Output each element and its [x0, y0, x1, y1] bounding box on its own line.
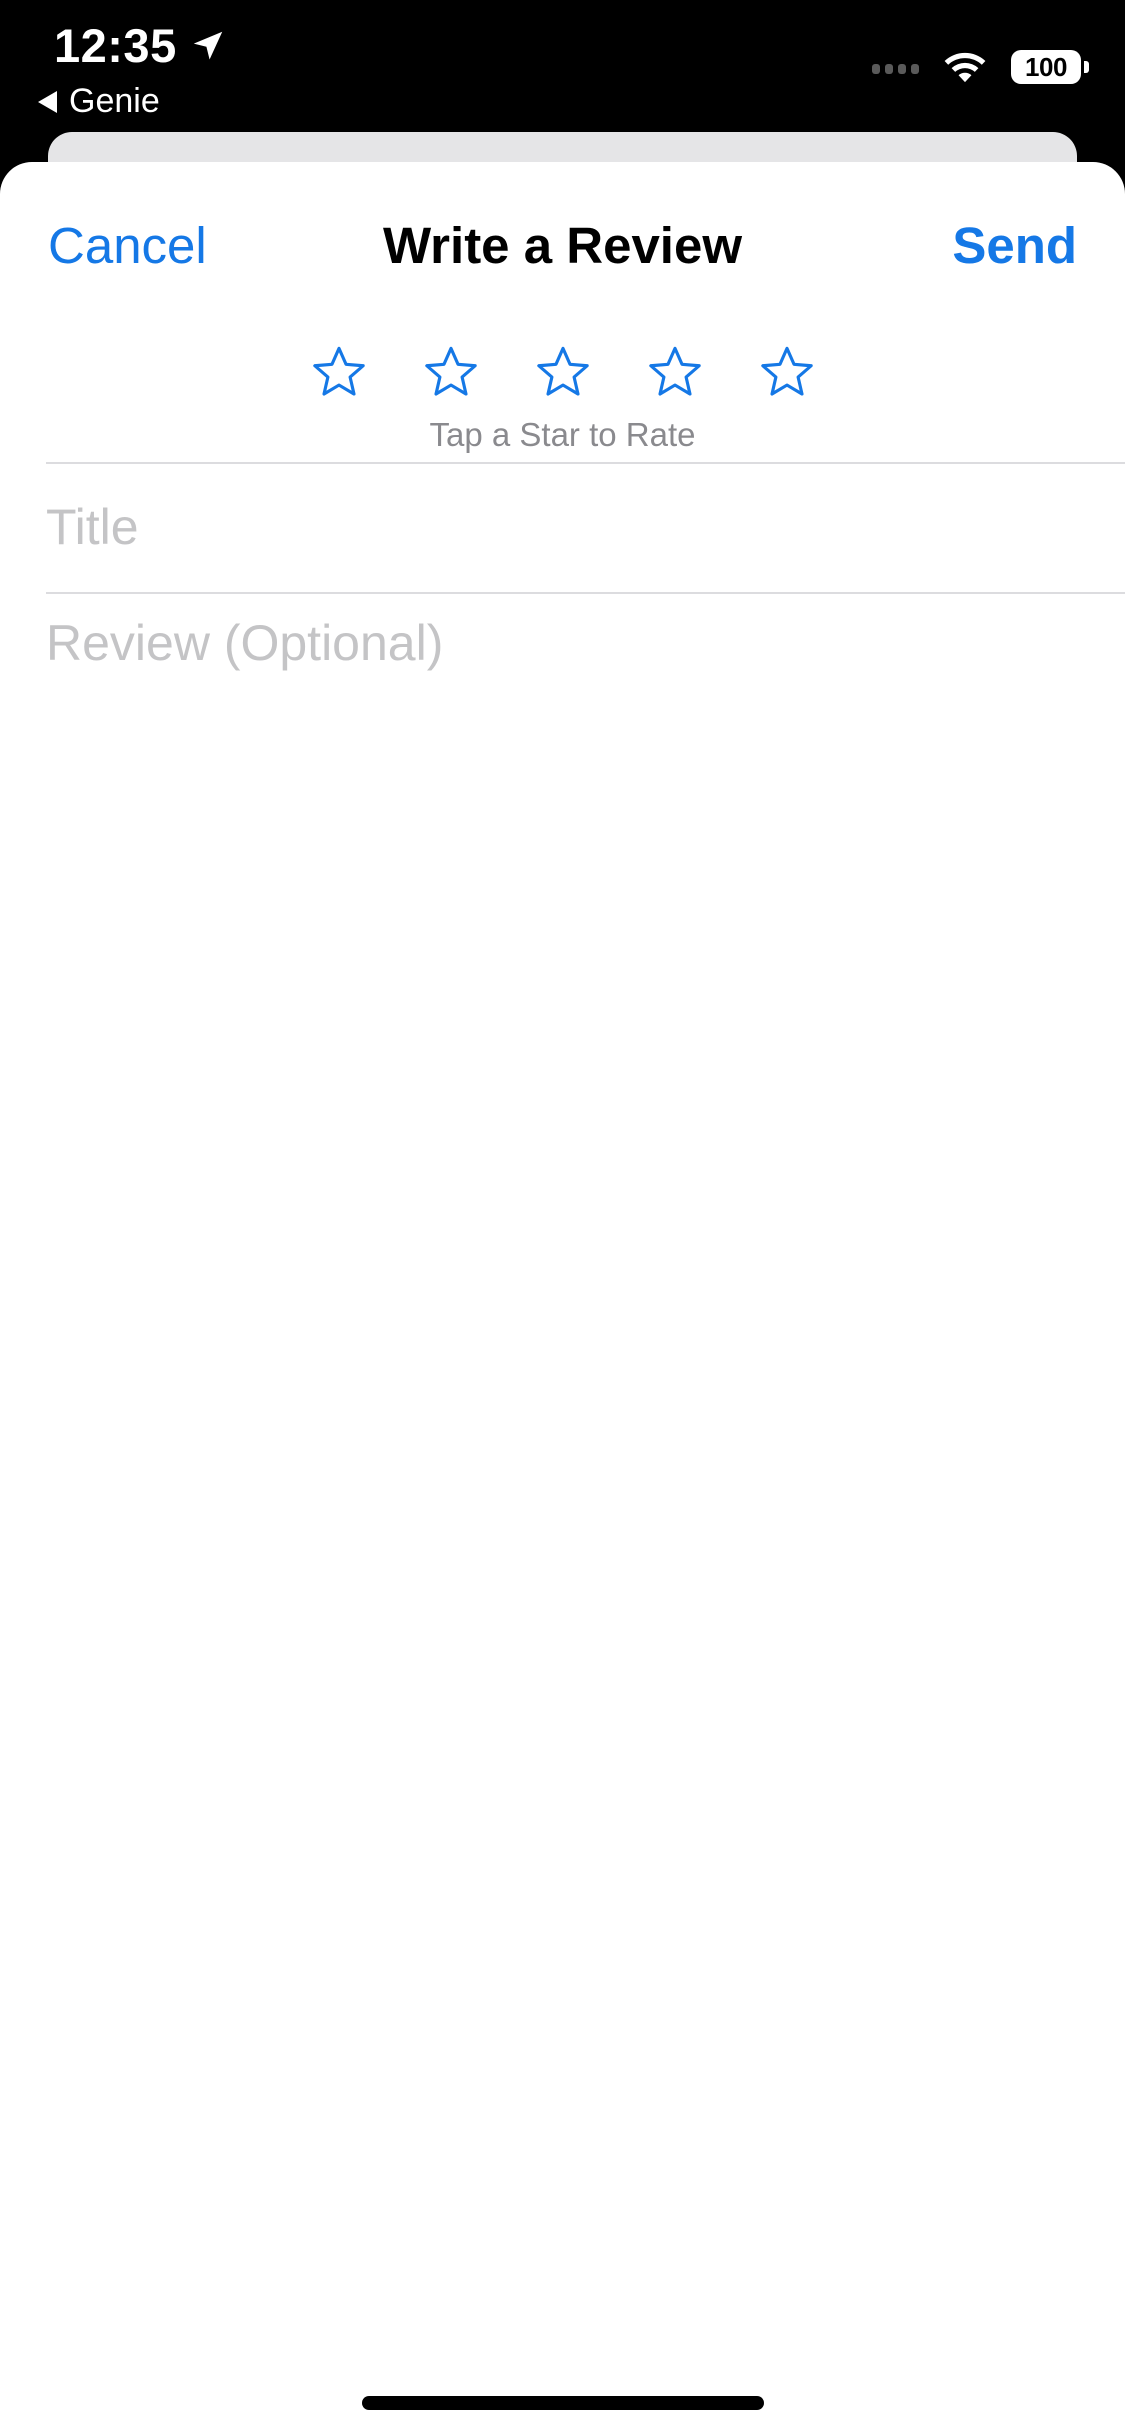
review-input[interactable]	[46, 614, 1079, 1814]
send-button[interactable]: Send	[952, 216, 1077, 275]
title-input[interactable]	[46, 482, 1079, 572]
status-time: 12:35	[54, 18, 227, 73]
write-review-sheet: Cancel Write a Review Send Tap a Star to…	[0, 162, 1125, 2436]
back-triangle-icon	[38, 90, 57, 113]
status-indicators: 100	[872, 50, 1089, 84]
wifi-icon	[944, 52, 986, 83]
battery-level: 100	[1025, 51, 1067, 82]
divider	[46, 592, 1125, 594]
back-to-app-link[interactable]: Genie	[38, 82, 160, 121]
back-app-label: Genie	[69, 82, 160, 120]
star-1-icon[interactable]	[310, 344, 368, 402]
nav-bar: Cancel Write a Review Send	[0, 162, 1125, 330]
rating-hint: Tap a Star to Rate	[429, 416, 696, 453]
battery-icon: 100	[1011, 50, 1089, 84]
star-3-icon[interactable]	[534, 344, 592, 402]
cellular-signal-icon	[872, 60, 919, 74]
star-2-icon[interactable]	[422, 344, 480, 402]
star-rating	[0, 344, 1125, 402]
divider	[46, 462, 1125, 464]
location-arrow-icon	[193, 31, 222, 59]
star-4-icon[interactable]	[646, 344, 704, 402]
screen: 12:35 Genie 100 Cancel Write a Review Se…	[0, 0, 1125, 2436]
status-time-text: 12:35	[54, 19, 177, 72]
star-5-icon[interactable]	[758, 344, 816, 402]
home-indicator[interactable]	[362, 2396, 764, 2410]
